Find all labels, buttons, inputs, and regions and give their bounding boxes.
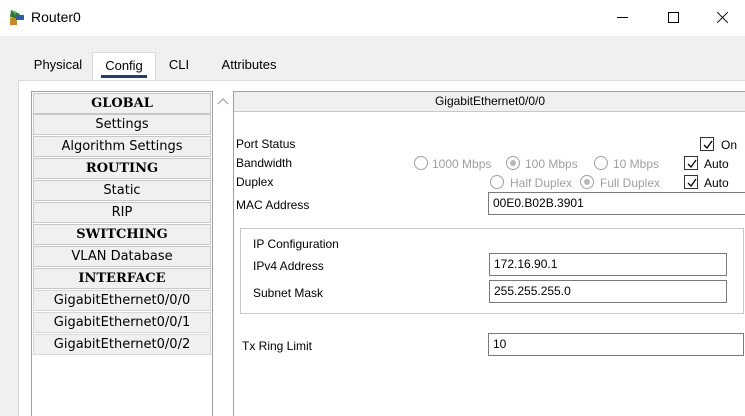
ip-configuration-title: IP Configuration — [253, 237, 339, 251]
tx-ring-limit-field[interactable]: 10 — [488, 333, 744, 356]
config-nav-list: GLOBAL Settings Algorithm Settings ROUTI… — [31, 91, 213, 416]
nav-item-algorithm-settings[interactable]: Algorithm Settings — [33, 136, 211, 157]
window-body: Physical Config CLI Attributes GLOBAL Se… — [0, 36, 745, 416]
bandwidth-100-radio[interactable] — [506, 156, 520, 170]
checkmark-icon — [687, 178, 697, 188]
mac-address-field[interactable]: 00E0.B02B.3901 — [488, 192, 745, 215]
maximize-button[interactable] — [651, 0, 697, 36]
duplex-label: Duplex — [236, 175, 274, 189]
duplex-half-radio[interactable] — [490, 175, 504, 189]
subnet-mask-label: Subnet Mask — [253, 286, 324, 300]
bandwidth-1000-label: 1000 Mbps — [432, 157, 492, 171]
bandwidth-100-label: 100 Mbps — [525, 157, 578, 171]
nav-scrollbar[interactable] — [215, 91, 232, 416]
nav-heading-switching: SWITCHING — [33, 224, 211, 245]
title-bar: Router0 — [0, 0, 745, 36]
tx-ring-limit-label: Tx Ring Limit — [242, 339, 313, 353]
nav-item-gigabitethernet0-0-1[interactable]: GigabitEthernet0/0/1 — [33, 312, 211, 333]
checkmark-icon — [703, 140, 713, 150]
bandwidth-10-radio[interactable] — [594, 156, 608, 170]
ip-configuration-group: IP Configuration IPv4 Address 172.16.90.… — [240, 228, 744, 314]
window-title: Router0 — [31, 9, 81, 25]
tab-attributes[interactable]: Attributes — [212, 52, 286, 80]
nav-item-settings[interactable]: Settings — [33, 114, 211, 135]
checkmark-icon — [687, 159, 697, 169]
active-tab-underline — [101, 75, 147, 78]
maximize-icon — [668, 12, 679, 23]
bandwidth-label: Bandwidth — [236, 156, 293, 170]
minimize-button[interactable] — [600, 0, 646, 36]
bandwidth-auto-label: Auto — [704, 157, 729, 171]
ipv4-address-label: IPv4 Address — [253, 259, 324, 273]
bandwidth-auto-checkbox[interactable] — [684, 156, 698, 170]
duplex-auto-label: Auto — [704, 176, 729, 190]
close-button[interactable] — [699, 0, 745, 36]
nav-heading-routing: ROUTING — [33, 158, 211, 179]
nav-heading-interface: INTERFACE — [33, 268, 211, 289]
subnet-mask-field[interactable]: 255.255.255.0 — [489, 280, 727, 303]
duplex-full-radio[interactable] — [580, 175, 594, 189]
port-status-on-label: On — [721, 138, 738, 152]
duplex-half-label: Half Duplex — [510, 176, 573, 190]
router-app-icon — [10, 10, 24, 25]
duplex-auto-checkbox[interactable] — [684, 175, 698, 189]
config-panel: GLOBAL Settings Algorithm Settings ROUTI… — [18, 80, 745, 416]
interface-header: GigabitEthernet0/0/0 — [234, 92, 745, 112]
port-status-on-checkbox[interactable] — [700, 137, 714, 151]
nav-item-gigabitethernet0-0-0[interactable]: GigabitEthernet0/0/0 — [33, 290, 211, 311]
nav-item-gigabitethernet0-0-2[interactable]: GigabitEthernet0/0/2 — [33, 334, 211, 355]
nav-item-static[interactable]: Static — [33, 180, 211, 201]
tab-cli[interactable]: CLI — [162, 52, 196, 80]
bandwidth-10-label: 10 Mbps — [613, 157, 660, 171]
mac-address-label: MAC Address — [236, 198, 310, 212]
interface-detail-panel: GigabitEthernet0/0/0 Port Status On Band… — [233, 91, 745, 416]
nav-item-rip[interactable]: RIP — [33, 202, 211, 223]
port-status-label: Port Status — [236, 137, 296, 151]
duplex-full-label: Full Duplex — [600, 176, 661, 190]
tab-physical[interactable]: Physical — [24, 52, 92, 80]
ipv4-address-field[interactable]: 172.16.90.1 — [489, 253, 727, 276]
scroll-up-arrow-icon[interactable] — [217, 97, 229, 105]
nav-item-vlan-database[interactable]: VLAN Database — [33, 246, 211, 267]
minimize-icon — [617, 17, 628, 18]
nav-heading-global: GLOBAL — [33, 93, 211, 114]
bandwidth-1000-radio[interactable] — [414, 156, 428, 170]
tab-config[interactable]: Config — [92, 52, 156, 80]
